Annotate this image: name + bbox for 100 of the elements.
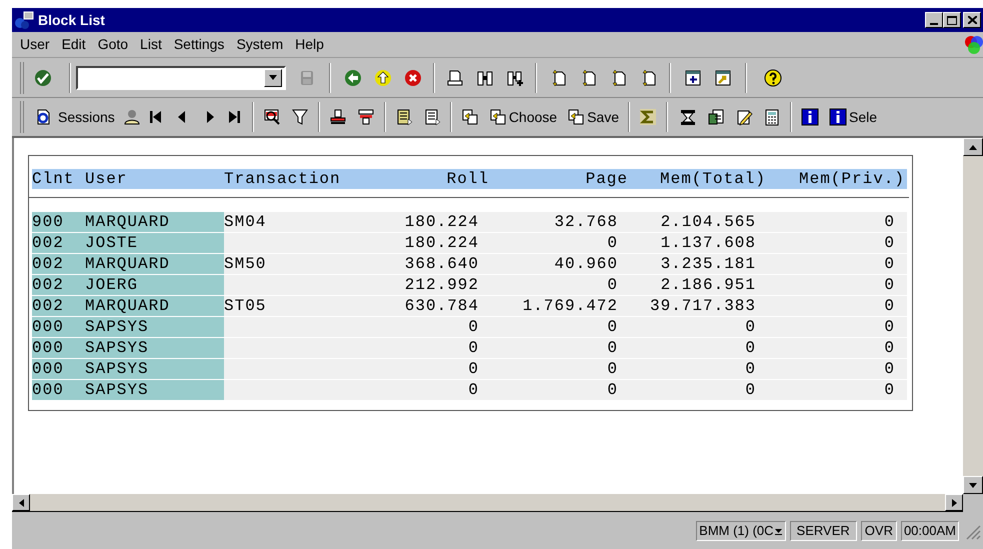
toolbar-button[interactable]: Sele bbox=[829, 106, 878, 128]
column-header[interactable]: Page bbox=[489, 169, 628, 189]
scroll-up-button[interactable] bbox=[963, 138, 983, 156]
table-cell-text: 2.104.565 bbox=[660, 212, 757, 232]
window-title: Block List bbox=[38, 10, 105, 30]
table-cell-text: 0 bbox=[744, 380, 757, 400]
copy-icon[interactable] bbox=[460, 108, 479, 126]
column-header[interactable]: User bbox=[85, 169, 224, 189]
scroll-right-button[interactable] bbox=[945, 494, 963, 511]
left-arrow-icon bbox=[18, 498, 24, 506]
table-cell-text: 0 bbox=[883, 359, 896, 379]
maximize-button[interactable] bbox=[943, 12, 961, 28]
menu-item[interactable]: User bbox=[20, 34, 50, 55]
sigma-icon[interactable] bbox=[639, 108, 657, 126]
time-display: 00:00AM bbox=[900, 520, 959, 540]
menu-item[interactable]: Goto bbox=[98, 34, 128, 55]
close-button[interactable] bbox=[963, 12, 981, 28]
back-icon[interactable] bbox=[344, 68, 362, 86]
dropdown-button[interactable] bbox=[264, 68, 282, 86]
up-arrow-icon bbox=[969, 144, 977, 150]
table-cell: MARQUARD bbox=[85, 254, 224, 274]
table-cell-text: 0 bbox=[883, 233, 896, 253]
down-arrow-icon bbox=[969, 482, 977, 488]
new-window-icon[interactable] bbox=[684, 68, 702, 86]
table-cell-text: 0 bbox=[744, 338, 757, 358]
table-cell: SAPSYS bbox=[85, 338, 224, 358]
check-icon[interactable] bbox=[34, 68, 52, 86]
menu-item[interactable]: Edit bbox=[62, 34, 86, 55]
table-cell-text: 0 bbox=[606, 380, 619, 400]
column-header[interactable]: Clnt bbox=[32, 169, 85, 189]
table-cell-text: 0 bbox=[883, 338, 896, 358]
table-cell-text: 0 bbox=[467, 359, 480, 379]
column-header[interactable]: Transaction bbox=[224, 169, 364, 189]
info-icon[interactable] bbox=[829, 108, 847, 126]
list-export-icon[interactable] bbox=[394, 108, 413, 126]
table-cell: 002 bbox=[32, 275, 85, 295]
close-icon bbox=[968, 16, 976, 24]
dropdown-arrow-icon bbox=[269, 75, 277, 80]
table-cell-text: 180.224 bbox=[404, 233, 480, 253]
table-cell: 000 bbox=[32, 317, 85, 337]
table-cell-text: 180.224 bbox=[404, 212, 480, 232]
find-icon[interactable] bbox=[476, 68, 494, 86]
hourglass-icon[interactable] bbox=[679, 108, 697, 126]
table-cell-text: 0 bbox=[883, 275, 896, 295]
toolbar-button[interactable]: Choose bbox=[488, 106, 558, 128]
person-icon[interactable] bbox=[122, 108, 141, 126]
column-header[interactable]: Mem(Total) bbox=[628, 169, 766, 189]
calculator-icon[interactable] bbox=[763, 108, 781, 126]
pencil-icon[interactable] bbox=[735, 108, 753, 126]
minimize-icon bbox=[930, 23, 938, 25]
info-icon[interactable] bbox=[801, 108, 819, 126]
table-cell-text: 40.960 bbox=[553, 254, 619, 274]
table-cell-text: 0 bbox=[467, 380, 480, 400]
printer-icon[interactable] bbox=[446, 68, 464, 86]
documents-icon[interactable] bbox=[707, 108, 725, 126]
table-cell-text: 39.717.383 bbox=[648, 296, 757, 316]
table-cell-text: 0 bbox=[883, 254, 896, 274]
table-cell-text: 0 bbox=[606, 359, 619, 379]
insert-mode: OVR bbox=[860, 520, 897, 540]
stamp-down-icon[interactable] bbox=[356, 108, 375, 126]
system-dropdown[interactable]: BMM (1) (0C bbox=[696, 520, 786, 540]
cancel-icon[interactable] bbox=[404, 68, 422, 86]
vertical-scrollbar[interactable] bbox=[963, 138, 983, 494]
copy-icon[interactable] bbox=[567, 108, 586, 126]
table-cell-text: 1.769.472 bbox=[522, 296, 619, 316]
table-cell: 000 bbox=[32, 380, 85, 400]
minimize-button[interactable] bbox=[925, 12, 943, 28]
menu-item[interactable]: List bbox=[140, 34, 162, 55]
find-next-icon[interactable] bbox=[506, 68, 524, 86]
table-cell: JOSTE bbox=[85, 233, 224, 253]
table-cell-text: 0 bbox=[883, 380, 896, 400]
color-circles-icon[interactable] bbox=[965, 34, 983, 54]
table-cell-text: SM50 bbox=[224, 254, 268, 274]
table-cell: 000 bbox=[32, 359, 85, 379]
scroll-left-button[interactable] bbox=[12, 494, 30, 511]
menu-item[interactable]: Settings bbox=[174, 34, 224, 55]
table-cell-text: 3.235.181 bbox=[660, 254, 757, 274]
stamp-icon[interactable] bbox=[328, 108, 347, 126]
maximize-icon bbox=[947, 16, 957, 24]
column-header[interactable]: Mem(Priv.) bbox=[766, 169, 905, 189]
table-cell: 002 bbox=[32, 296, 85, 316]
table-cell: JOERG bbox=[85, 275, 224, 295]
menu-item[interactable]: Help bbox=[295, 34, 324, 55]
filter-icon[interactable] bbox=[290, 108, 309, 126]
column-header[interactable]: Roll bbox=[364, 169, 489, 189]
toolbar-button[interactable]: Save bbox=[567, 106, 619, 128]
command-field[interactable] bbox=[76, 66, 286, 90]
help-icon[interactable] bbox=[764, 68, 782, 86]
table-cell-text: 0 bbox=[606, 338, 619, 358]
copy-icon[interactable] bbox=[488, 108, 507, 126]
magnifier-icon[interactable] bbox=[262, 108, 281, 126]
horizontal-scrollbar[interactable] bbox=[12, 494, 963, 512]
table-cell: MARQUARD bbox=[85, 296, 224, 316]
list-icon[interactable] bbox=[422, 108, 441, 126]
menu-item[interactable]: System bbox=[236, 34, 284, 55]
table-cell-text: 0 bbox=[467, 317, 480, 337]
dropdown-arrow-icon bbox=[774, 526, 783, 535]
shortcut-icon[interactable] bbox=[714, 68, 732, 86]
scroll-down-button[interactable] bbox=[963, 476, 983, 494]
sessions-button[interactable]: Sessions bbox=[58, 106, 115, 128]
